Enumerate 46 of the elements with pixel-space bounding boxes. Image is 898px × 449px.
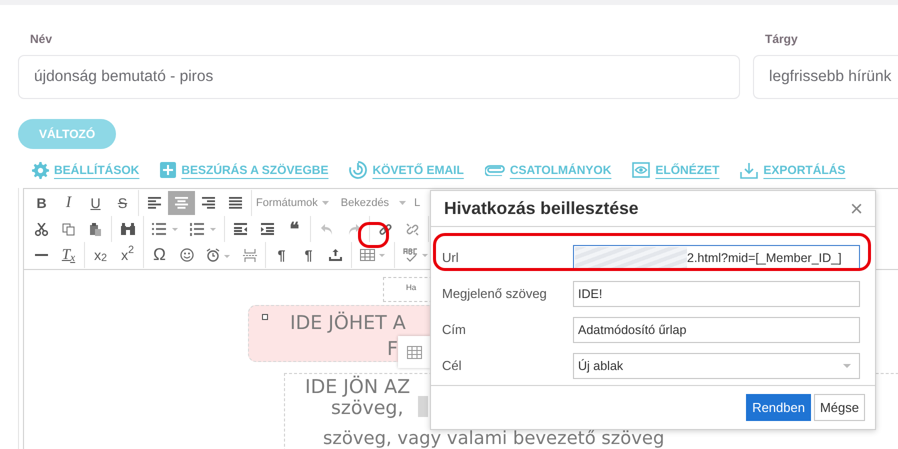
strikethrough-button[interactable]: S (109, 191, 136, 215)
superscript-button[interactable]: x$^{2}$ (114, 243, 141, 267)
body-text: szöveg, vagy valami bevezető szöveg (323, 430, 664, 448)
field-label: Név (30, 31, 52, 48)
table-popup[interactable] (398, 336, 430, 368)
download-icon (740, 162, 758, 178)
paragraph-mark-button[interactable]: ¶ (295, 243, 322, 267)
subscript-button[interactable]: x$_{2}$ (87, 243, 114, 267)
close-button[interactable]: × (850, 198, 863, 220)
clear-format-button[interactable]: T$_{x}$ (55, 243, 82, 267)
label-text: Ha (406, 283, 416, 292)
field-label: Url (442, 249, 460, 268)
input-field[interactable]: IDE! (573, 281, 860, 307)
select-field[interactable]: Új ablak (573, 353, 860, 379)
dialog-title: Hivatkozás beillesztése (444, 197, 639, 220)
field-label: Megjelenő szöveg (442, 285, 548, 304)
text-selection (418, 396, 428, 417)
body-text: IDE JÖN AZ (305, 378, 410, 397)
name-field[interactable]: újdonság bemutató - piros (18, 55, 740, 99)
caret-icon (322, 201, 329, 205)
plus-square-icon (160, 162, 176, 178)
table-icon[interactable] (406, 346, 422, 358)
field-label: Cím (442, 321, 467, 340)
field-label: Tárgy (765, 31, 798, 48)
paperclip-icon (484, 164, 505, 176)
cancel-button[interactable]: Mégse (814, 394, 865, 421)
paragraph-mark-button[interactable]: ¶ (268, 243, 295, 267)
caret-icon (399, 201, 406, 205)
underline-button[interactable]: U (82, 191, 109, 215)
heading-text: IDE JÖHET A (290, 314, 406, 333)
special-character-button[interactable]: Ω (146, 243, 173, 267)
ok-button[interactable]: Rendben (746, 394, 811, 421)
bold-button[interactable]: B (28, 191, 55, 215)
eye-icon (632, 162, 650, 178)
input-field[interactable]: 2.html?mid=[_Member_ID_] (573, 245, 860, 271)
body-text: szöveg, (331, 399, 404, 418)
field-label: Cél (442, 357, 463, 376)
target-icon (349, 161, 368, 179)
gear-icon (32, 162, 49, 178)
input-field[interactable]: Adatmódosító űrlap (573, 317, 860, 343)
caret-icon (843, 364, 851, 368)
blockquote-button[interactable]: ❝ (281, 217, 308, 241)
resize-handle[interactable] (262, 314, 268, 320)
heading-text: F (387, 340, 398, 359)
italic-button[interactable]: I (55, 191, 82, 215)
subject-field[interactable]: legfrissebb hírünk (753, 55, 898, 99)
